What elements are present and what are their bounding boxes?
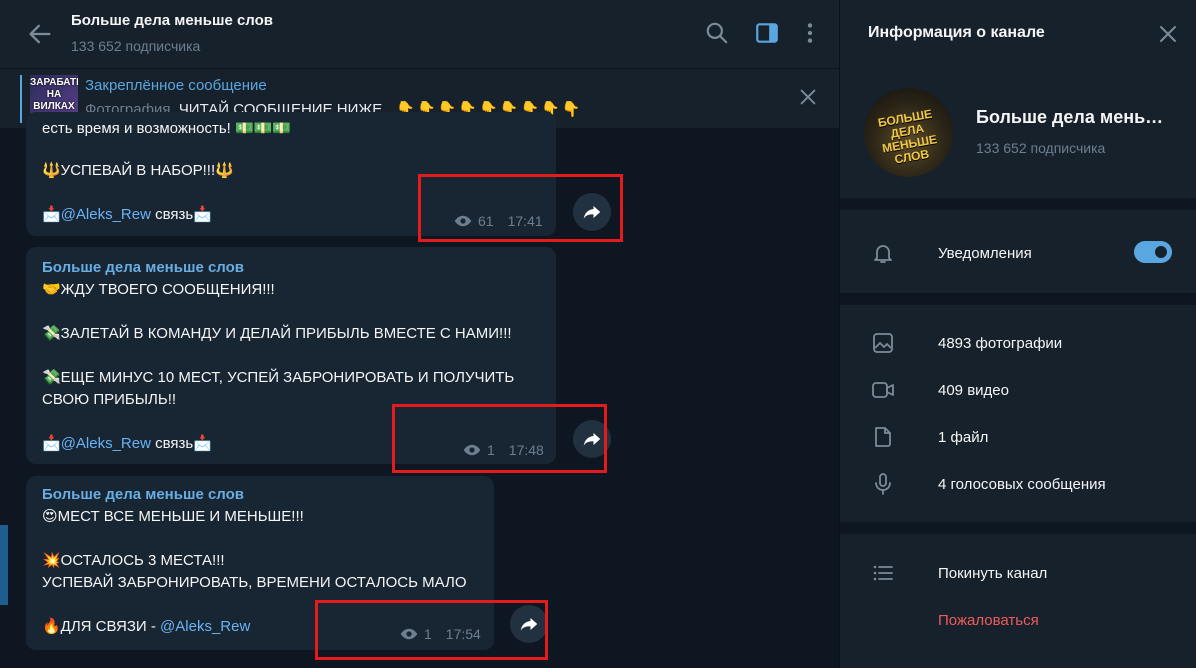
message-text: есть время и возможность! 💵💵💵 bbox=[42, 120, 292, 137]
telegram-window: Больше дела меньше слов 133 652 подписчи… bbox=[0, 0, 1196, 668]
divider bbox=[840, 198, 1196, 210]
channel-subscribers: 133 652 подписчика bbox=[976, 140, 1106, 156]
contact-prefix: 📩 bbox=[42, 206, 61, 223]
contact-link[interactable]: @Aleks_Rew bbox=[61, 206, 151, 223]
media-label: 409 видео bbox=[938, 382, 1009, 399]
subscriber-count: 133 652 подписчика bbox=[71, 38, 201, 54]
notifications-toggle[interactable] bbox=[1134, 241, 1172, 263]
message-sender[interactable]: Больше дела меньше слов bbox=[42, 484, 478, 506]
search-icon[interactable] bbox=[704, 20, 730, 46]
back-arrow-icon[interactable] bbox=[26, 20, 54, 48]
more-vertical-icon[interactable] bbox=[797, 20, 823, 46]
media-row-videos[interactable]: 409 видео bbox=[840, 370, 1196, 410]
message-text: 💸ЗАЛЕТАЙ В КОМАНДУ И ДЕЛАЙ ПРИБЫЛЬ ВМЕСТ… bbox=[42, 325, 512, 342]
avatar-text: БОЛЬШЕ ДЕЛА МЕНЬШЕ СЛОВ bbox=[876, 106, 939, 167]
leave-channel-label: Покинуть канал bbox=[938, 565, 1048, 582]
media-label: 4893 фотографии bbox=[938, 335, 1063, 352]
message-list: есть время и возможность! 💵💵💵 🔱УСПЕВАЙ В… bbox=[0, 112, 839, 668]
divider bbox=[840, 293, 1196, 305]
channel-info-panel: Информация о канале БОЛЬШЕ ДЕЛА МЕНЬШЕ С… bbox=[839, 0, 1196, 668]
contact-suffix: связь📩 bbox=[150, 206, 212, 223]
close-icon[interactable] bbox=[797, 86, 819, 108]
video-icon bbox=[872, 382, 894, 398]
media-row-files[interactable]: 1 файл bbox=[840, 417, 1196, 457]
message-text: УСПЕВАЙ ЗАБРОНИРОВАТЬ, ВРЕМЕНИ ОСТАЛОСЬ … bbox=[42, 574, 467, 591]
annotation-box bbox=[392, 404, 607, 473]
contact-suffix: связь📩 bbox=[150, 435, 212, 452]
panel-title: Информация о канале bbox=[868, 24, 1045, 41]
pinned-indicator bbox=[20, 75, 22, 123]
channel-avatar[interactable]: БОЛЬШЕ ДЕЛА МЕНЬШЕ СЛОВ bbox=[864, 88, 953, 177]
annotation-box bbox=[315, 600, 548, 660]
chat-header: Больше дела меньше слов 133 652 подписчи… bbox=[0, 0, 839, 68]
toggle-knob bbox=[1152, 243, 1170, 261]
pinned-thumbnail-text: ЗАРАБАТЬ НА ВИЛКАХ bbox=[30, 77, 78, 112]
message-text: 💸ЕЩЕ МИНУС 10 МЕСТ, УСПЕЙ ЗАБРОНИРОВАТЬ … bbox=[42, 369, 515, 386]
list-icon bbox=[873, 565, 893, 581]
photo-icon bbox=[873, 333, 893, 353]
divider bbox=[840, 522, 1196, 534]
chat-title[interactable]: Больше дела меньше слов bbox=[71, 12, 273, 29]
media-row-voice[interactable]: 4 голосовых сообщения bbox=[840, 464, 1196, 504]
close-icon[interactable] bbox=[1156, 22, 1180, 46]
annotation-box bbox=[418, 174, 623, 242]
scroll-indicator[interactable] bbox=[0, 525, 8, 605]
report-row[interactable]: Пожаловаться bbox=[840, 600, 1196, 640]
message-text: 💥ОСТАЛОСЬ 3 МЕСТА!!! bbox=[42, 552, 225, 569]
message-text: 🤝ЖДУ ТВОЕГО СООБЩЕНИЯ!!! bbox=[42, 281, 275, 298]
chat-pane: Больше дела меньше слов 133 652 подписчи… bbox=[0, 0, 839, 668]
file-icon bbox=[875, 427, 891, 447]
pinned-title: Закреплённое сообщение bbox=[85, 77, 267, 94]
contact-link[interactable]: @Aleks_Rew bbox=[61, 435, 151, 452]
channel-name: Больше дела меньше слов bbox=[976, 107, 1176, 127]
contact-prefix: 🔥ДЛЯ СВЯЗИ - bbox=[42, 618, 161, 635]
media-label: 1 файл bbox=[938, 429, 989, 446]
message-sender[interactable]: Больше дела меньше слов bbox=[42, 257, 540, 279]
contact-prefix: 📩 bbox=[42, 435, 61, 452]
report-label: Пожаловаться bbox=[938, 612, 1039, 629]
contact-link[interactable]: @Aleks_Rew bbox=[160, 618, 250, 635]
sidebar-toggle-icon[interactable] bbox=[754, 20, 780, 46]
notifications-label: Уведомления bbox=[938, 245, 1032, 262]
microphone-icon bbox=[875, 473, 891, 495]
message-text: 😍МЕСТ ВСЕ МЕНЬШЕ И МЕНЬШЕ!!! bbox=[42, 508, 304, 525]
leave-channel-row[interactable]: Покинуть канал bbox=[840, 553, 1196, 593]
media-label: 4 голосовых сообщения bbox=[938, 476, 1106, 493]
media-row-photos[interactable]: 4893 фотографии bbox=[840, 323, 1196, 363]
bell-icon bbox=[874, 245, 892, 263]
